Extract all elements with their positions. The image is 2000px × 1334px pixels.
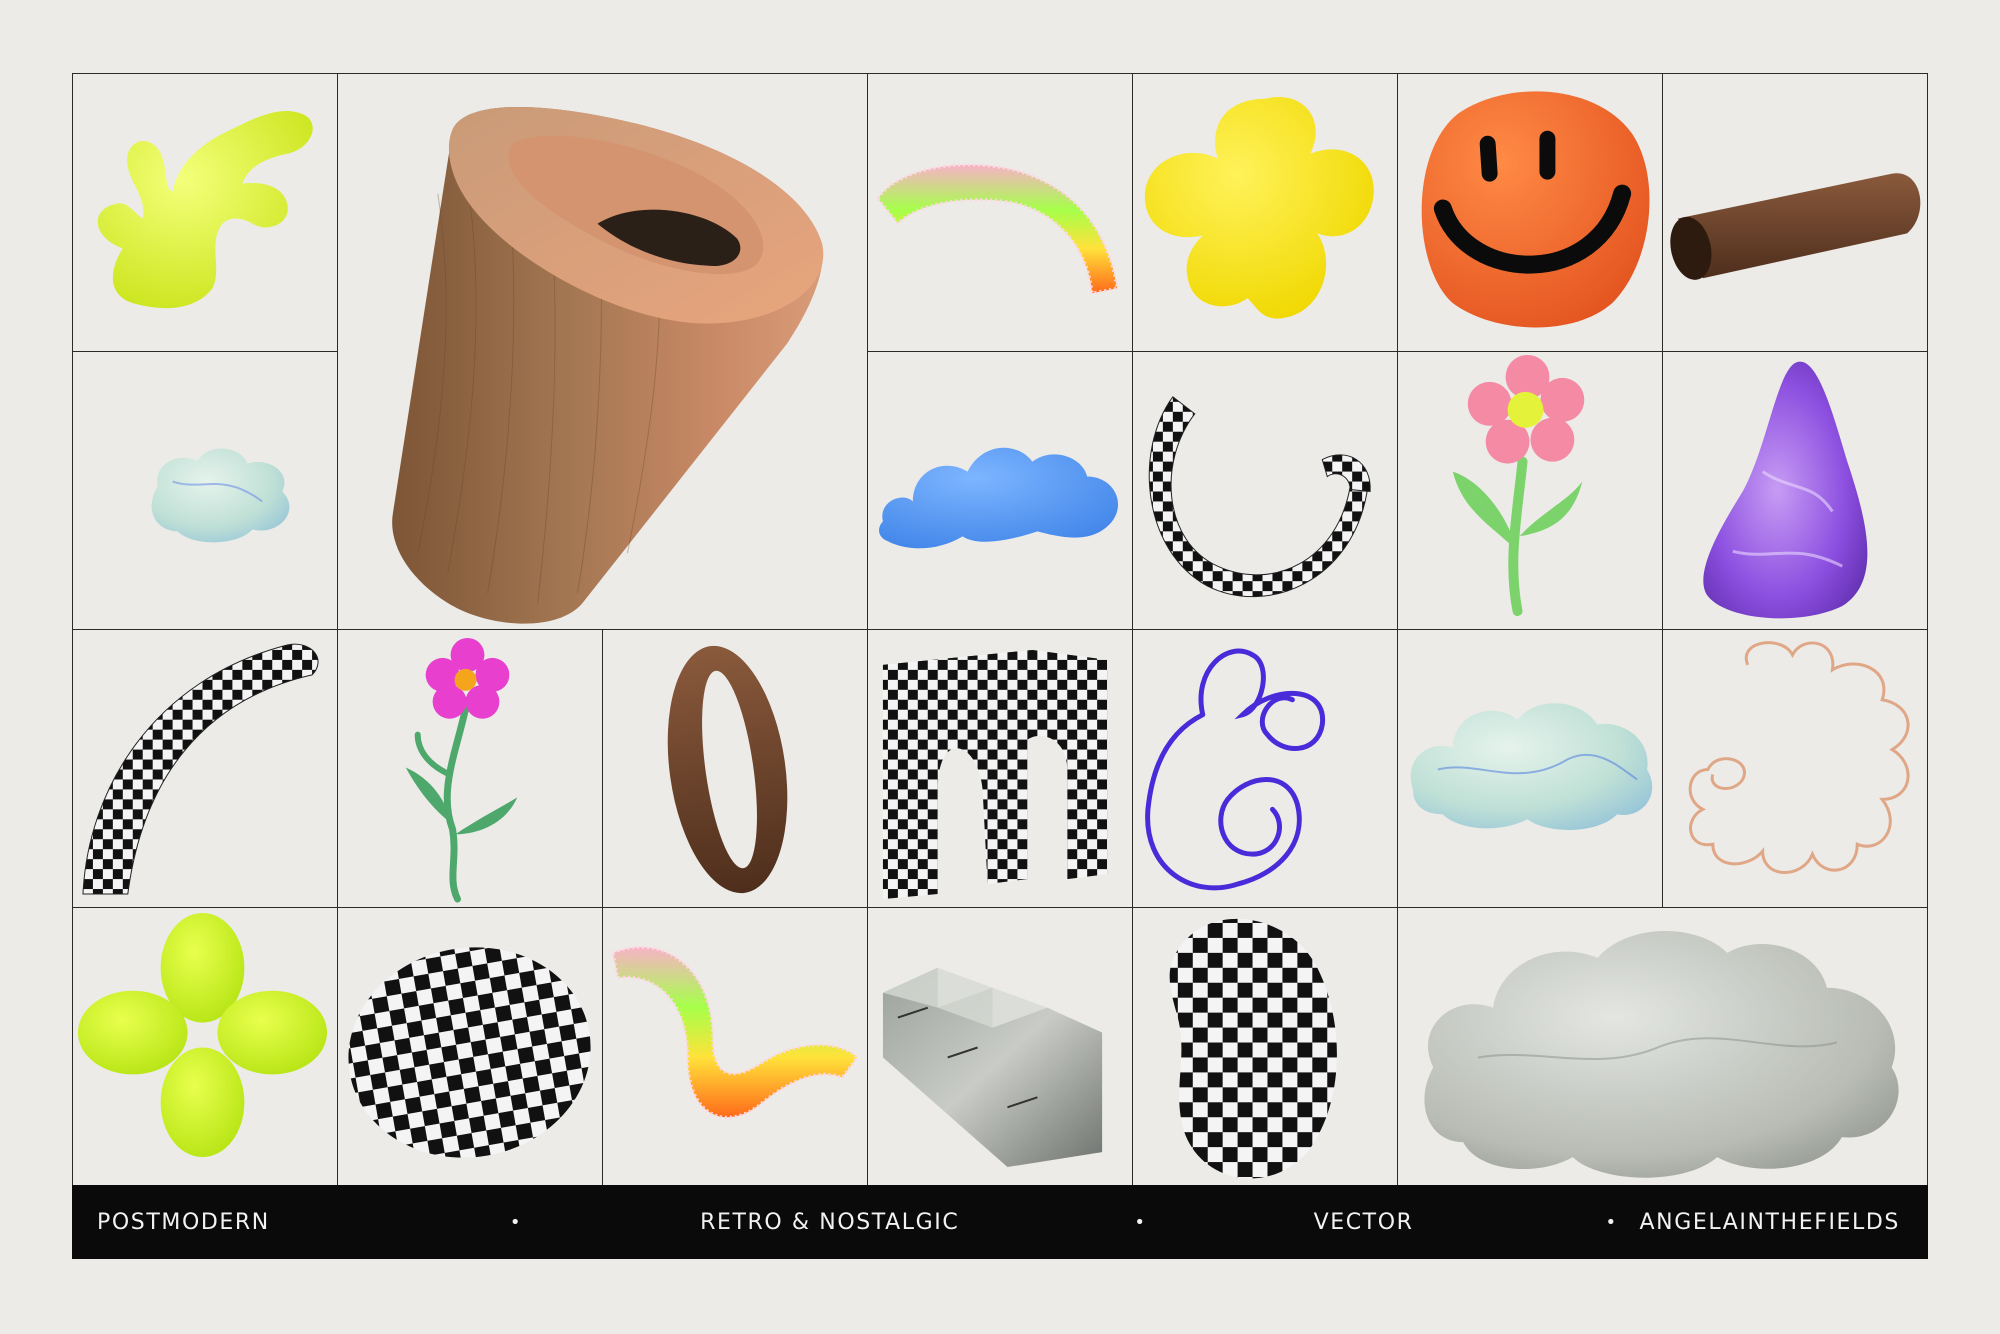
wood-cone-shape <box>392 106 824 624</box>
checkered-bean-shape <box>1169 918 1337 1179</box>
footer-label-angelainthefields: ANGELAINTHEFIELDS <box>1639 1209 1900 1235</box>
cell-purple-squiggle <box>1133 630 1398 908</box>
cell-checkered-bean <box>1133 908 1398 1186</box>
stone-big-cloud-shape <box>1424 931 1899 1178</box>
lime-four-leaf-shape <box>77 913 328 1158</box>
purple-marble-cone-shape <box>1703 361 1868 619</box>
cell-lime-blob <box>73 74 338 352</box>
footer-separator: • <box>1134 1211 1147 1233</box>
checkered-ring-shape <box>1148 396 1371 598</box>
checkered-arch-shape <box>882 649 1108 900</box>
orange-smiley-face-shape <box>1421 91 1650 328</box>
cell-lime-four-leaf <box>73 908 338 1186</box>
footer-label-vector: VECTOR <box>1313 1209 1414 1235</box>
cell-peach-outline-squiggle <box>1663 630 1928 908</box>
brown-cylinder-shape <box>1670 173 1921 280</box>
cell-orange-smiley-face <box>1398 74 1663 352</box>
cell-fuzzy-rainbow-arc <box>868 74 1133 352</box>
footer-separator: • <box>509 1211 523 1233</box>
shape-board: POSTMODERN • RETRO & NOSTALGIC • VECTOR … <box>72 73 1928 1259</box>
marble-small-cloud-shape <box>151 448 290 543</box>
fuzzy-rainbow-arc-shape <box>876 163 1119 295</box>
lime-blob-shape <box>97 110 313 309</box>
cell-brown-cylinder <box>1663 74 1928 352</box>
peach-outline-squiggle-shape <box>1688 641 1910 874</box>
blue-fuzzy-cloud-shape <box>879 447 1119 549</box>
purple-squiggle-shape <box>1145 648 1325 891</box>
yellow-clover-shape <box>1144 96 1374 319</box>
cell-marble-small-cloud <box>73 352 338 630</box>
cell-yellow-clover <box>1133 74 1398 352</box>
cell-blue-fuzzy-cloud <box>868 352 1133 630</box>
checkered-egg-shape <box>348 947 591 1158</box>
cell-marble-stairs <box>868 908 1133 1186</box>
footer-label-postmodern: POSTMODERN <box>97 1209 270 1235</box>
brown-ring-shape <box>667 645 788 894</box>
footer-separator: • <box>1605 1211 1618 1233</box>
marble-cloud-shape <box>1410 703 1653 830</box>
cell-stone-big-cloud <box>1398 908 1928 1186</box>
cell-checkered-arch <box>868 630 1133 908</box>
fuzzy-rainbow-wave-shape <box>611 945 860 1119</box>
cell-brown-ring <box>603 630 868 908</box>
cell-pink-flower <box>1398 352 1663 630</box>
footer-label-retro-nostalgic: RETRO & NOSTALGIC <box>700 1209 960 1235</box>
cell-checkered-egg <box>338 908 603 1186</box>
footer-bar: POSTMODERN • RETRO & NOSTALGIC • VECTOR … <box>72 1185 1928 1259</box>
checkered-arc-shape <box>82 643 319 895</box>
cell-purple-marble-cone <box>1663 352 1928 630</box>
marble-stairs-shape <box>882 967 1103 1168</box>
cell-marble-cloud <box>1398 630 1663 908</box>
cell-checkered-ring <box>1133 352 1398 630</box>
cell-wood-cone <box>338 74 868 630</box>
cell-magenta-flower <box>338 630 603 908</box>
pink-flower-shape <box>1452 355 1585 617</box>
magenta-flower-shape <box>405 637 518 903</box>
cell-fuzzy-rainbow-wave <box>603 908 868 1186</box>
shape-grid <box>72 73 1928 1186</box>
cell-checkered-arc <box>73 630 338 908</box>
